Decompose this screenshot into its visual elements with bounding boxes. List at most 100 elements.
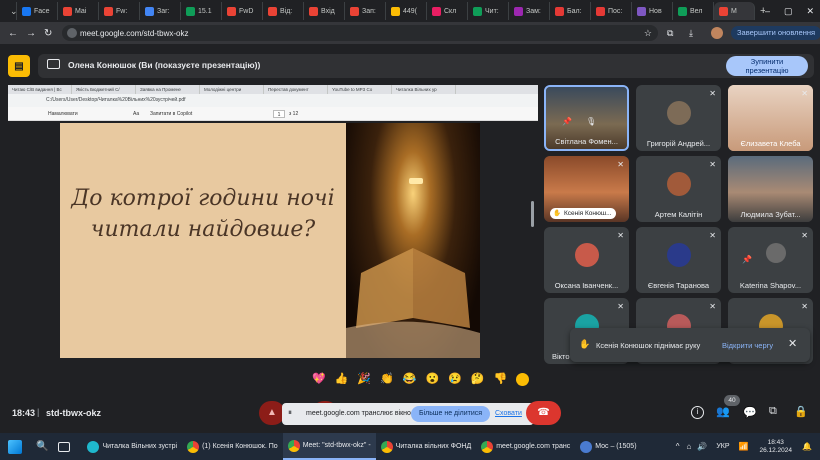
slide-title: До котрої години ночі читали найдовше? <box>71 186 335 242</box>
browser-tab[interactable]: Вел <box>673 2 714 20</box>
mic-icon[interactable]: 🎙 <box>586 117 596 126</box>
browser-tab[interactable]: Mai <box>58 2 99 20</box>
avatar <box>766 243 786 263</box>
browser-tab[interactable]: 449( <box>386 2 427 20</box>
chrome-icon <box>287 439 300 452</box>
pdf-text-tool: Aa <box>133 111 140 117</box>
reaction-emoji-button[interactable]: 😂 <box>403 372 417 392</box>
mic-off-icon: ✕ <box>617 160 624 169</box>
browser-tab[interactable]: Заг: <box>140 2 181 20</box>
downloads-icon[interactable]: ⤓ <box>689 28 693 39</box>
network-icon[interactable]: ⌂ <box>684 442 695 451</box>
participant-name: Євгенія Таранова <box>647 281 710 290</box>
reaction-emoji-button[interactable]: 🤔 <box>471 372 485 392</box>
close-notification-icon[interactable]: ✕ <box>788 337 797 350</box>
notification-bell-icon[interactable]: 🔔 <box>800 442 820 451</box>
browser-tab[interactable]: FwD <box>222 2 263 20</box>
star-icon[interactable]: ☆ <box>644 28 652 39</box>
stop-presenting-button[interactable]: Зупинити презентацію <box>726 56 808 76</box>
reaction-emoji-button[interactable]: 💖 <box>312 372 326 392</box>
reaction-emoji-button[interactable]: 🎉 <box>357 372 371 392</box>
participant-tile[interactable]: Людмила Зубат... <box>728 156 813 222</box>
pin-icon[interactable]: 📌 <box>562 117 572 126</box>
browser-tab[interactable]: Від: <box>263 2 304 20</box>
participant-tile[interactable]: ✕ Євгенія Таранова <box>636 227 721 293</box>
shared-browser-tab: Читалка Вільних ур <box>392 85 456 94</box>
participant-tile[interactable]: 📌 🎙 Світлана Фомен... <box>544 85 629 151</box>
host-controls-icon[interactable]: 🔒 <box>794 405 808 418</box>
info-icon[interactable]: i <box>691 406 704 419</box>
participant-name: Артем Калітін <box>654 210 703 219</box>
wifi-icon[interactable]: 📶 <box>736 442 752 451</box>
pin-icon[interactable]: 📌 <box>742 255 752 264</box>
tab-favicon-icon <box>432 6 441 16</box>
participant-tile[interactable]: ✕ Артем Калітін <box>636 156 721 222</box>
chat-icon[interactable]: 💬 <box>743 406 757 419</box>
participant-tile[interactable]: ✕ Григорій Андрей... <box>636 85 721 151</box>
volume-icon[interactable]: 🔊 <box>694 442 710 451</box>
minimize-button[interactable]: – <box>765 6 770 17</box>
browser-tab[interactable]: Пос: <box>591 2 632 20</box>
maximize-button[interactable]: ▢ <box>784 6 793 17</box>
tab-favicon-icon <box>145 6 154 16</box>
open-queue-link[interactable]: Відкрити чергу <box>722 341 773 350</box>
browser-tab[interactable]: Чит: <box>468 2 509 20</box>
browser-tab[interactable]: Зап: <box>345 2 386 20</box>
reload-icon[interactable]: ↻ <box>44 28 52 39</box>
meeting-code: std-tbwx-okz <box>46 408 101 418</box>
pdf-scrollbar[interactable] <box>531 201 534 227</box>
reaction-emoji-button[interactable]: 😮 <box>426 372 440 392</box>
activities-icon[interactable]: ⧉ <box>769 405 777 418</box>
reaction-emoji-button[interactable]: 😢 <box>448 372 462 392</box>
clock[interactable]: 18:43 26.12.2024 <box>751 439 800 455</box>
browser-tab[interactable]: Вхід <box>304 2 345 20</box>
taskbar-search-icon[interactable]: 🔍 <box>36 441 48 452</box>
browser-tab[interactable]: Нов <box>632 2 673 20</box>
pdf-draw-tool: Намалювати <box>48 111 78 117</box>
forward-icon[interactable]: → <box>26 28 36 39</box>
hide-banner-button[interactable]: Сховати <box>495 410 522 417</box>
leave-call-button[interactable]: ☎ <box>526 401 561 425</box>
site-info-icon[interactable] <box>67 28 77 38</box>
drag-handle-icon[interactable]: ⏸ <box>288 408 292 418</box>
browser-tab[interactable]: Face <box>17 2 58 20</box>
new-tab-button[interactable]: + <box>755 2 765 20</box>
extensions-icon[interactable]: ⧉ <box>667 28 673 39</box>
back-icon[interactable]: ← <box>8 28 18 39</box>
reaction-emoji-button[interactable]: 👍 <box>335 372 349 392</box>
language-indicator[interactable]: УКР <box>710 443 735 450</box>
browser-tab[interactable]: 15.1 <box>181 2 222 20</box>
stop-sharing-button[interactable]: Більше не ділитися <box>411 406 491 422</box>
taskview-icon[interactable] <box>58 441 71 452</box>
taskbar-item[interactable]: meet.google.com транс <box>476 433 575 460</box>
taskbar-item[interactable]: Мос – (1505) <box>575 433 641 460</box>
taskbar-item[interactable]: (1) Ксенія Конюшок. По <box>182 433 283 460</box>
tab-favicon-icon <box>309 6 318 16</box>
profile-avatar[interactable] <box>711 27 723 39</box>
reaction-emoji-button[interactable]: 👏 <box>380 372 394 392</box>
browser-tab[interactable]: M <box>714 2 755 20</box>
reaction-emoji-button[interactable]: 👎 <box>494 372 508 392</box>
browser-tab[interactable]: Скл <box>427 2 468 20</box>
taskbar-item[interactable]: Читалка Вільних зустрі <box>82 433 182 460</box>
slide: До котрої години ночі читали найдовше? <box>60 123 480 358</box>
update-button[interactable]: Завершити оновлення <box>731 26 820 40</box>
taskbar-item[interactable]: Читалка вільних ФОНД <box>376 433 477 460</box>
taskbar-item-active[interactable]: Meet: "std-tbwx-okz" - <box>282 433 376 460</box>
participant-tile[interactable]: ✕ 📌 Katerina Shapov... <box>728 227 813 293</box>
close-window-button[interactable]: ✕ <box>807 6 815 17</box>
participant-tile[interactable]: ✕ ✋ Ксенія Конюш... <box>544 156 629 222</box>
participant-name: Григорій Андрей... <box>646 139 711 148</box>
browser-tab[interactable]: Зам: <box>509 2 550 20</box>
participant-tile[interactable]: ✕ Оксана Іванченк... <box>544 227 629 293</box>
browser-tab[interactable]: Fw: <box>99 2 140 20</box>
more-reactions-icon[interactable] <box>516 373 529 386</box>
tab-list-button[interactable]: ⌄ <box>4 2 17 20</box>
people-icon[interactable]: 👥 <box>716 405 730 418</box>
browser-tab[interactable]: Бал: <box>550 2 591 20</box>
shared-browser-tab: Перестав документ <box>264 85 328 94</box>
participant-tile[interactable]: ✕ Єлизавета Клеба <box>728 85 813 151</box>
windows-start-icon[interactable] <box>8 439 22 454</box>
address-bar[interactable]: meet.google.com/std-tbwx-okz ☆ <box>62 25 658 41</box>
tray-chevron-icon[interactable]: ^ <box>672 442 684 451</box>
